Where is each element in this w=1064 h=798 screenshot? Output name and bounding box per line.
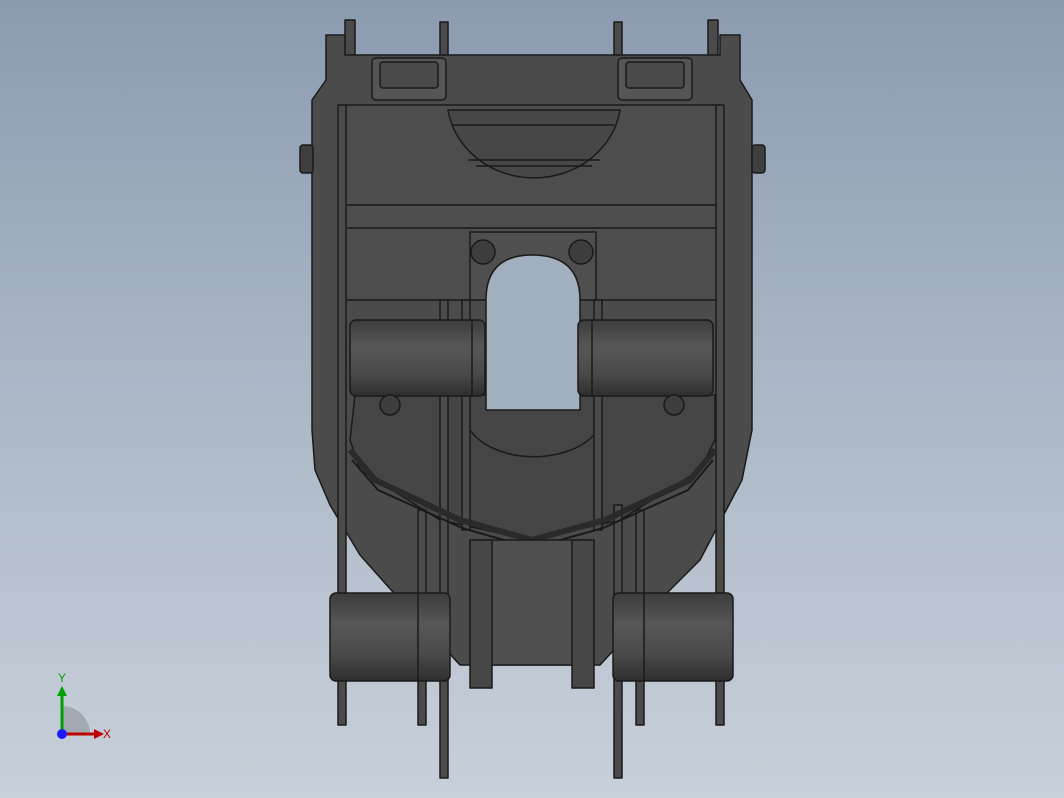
mid-hole-left	[379, 394, 401, 416]
left-side-pin	[299, 144, 314, 174]
orientation-triad: Y X	[57, 671, 111, 741]
y-arrow-head	[57, 686, 67, 696]
upper-roller-left	[349, 319, 486, 397]
upper-roller-right	[577, 319, 714, 397]
cad-viewport[interactable]: Y X	[0, 0, 1064, 798]
bolt-hole-right	[568, 239, 594, 265]
lower-roller-right	[612, 592, 734, 682]
mid-hole-right	[663, 394, 685, 416]
bolt-hole-left	[470, 239, 496, 265]
right-side-pin	[751, 144, 766, 174]
lower-roller-left	[329, 592, 451, 682]
x-axis-label: X	[103, 727, 111, 741]
y-axis-label: Y	[58, 671, 66, 685]
triad-arc	[62, 706, 90, 734]
center-window	[485, 254, 581, 411]
z-axis-dot	[57, 729, 67, 739]
3d-model-view[interactable]	[0, 0, 1064, 798]
